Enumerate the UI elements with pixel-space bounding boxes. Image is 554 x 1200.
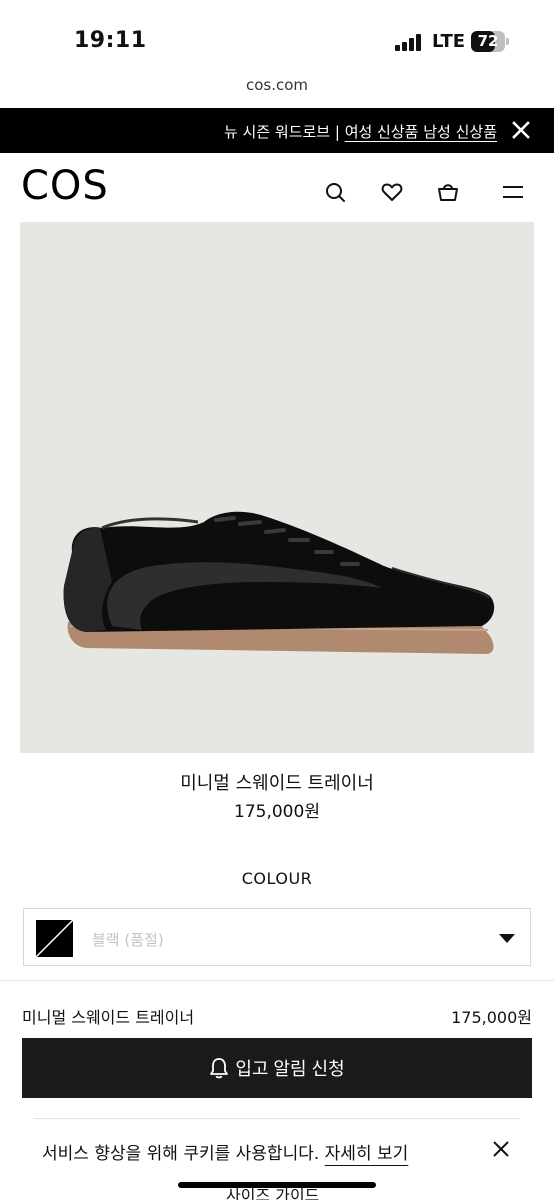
sticky-product-price: 175,000원 xyxy=(451,1008,532,1027)
menu-icon[interactable] xyxy=(502,181,524,203)
bell-icon xyxy=(210,1058,229,1079)
close-icon[interactable] xyxy=(512,121,530,139)
cos-logo[interactable]: COS xyxy=(21,166,109,206)
sticky-product-name: 미니멀 스웨이드 트레이너 xyxy=(22,1008,195,1027)
restock-notify-label: 입고 알림 신청 xyxy=(235,1059,345,1079)
battery-icon: 72 xyxy=(471,31,505,52)
status-bar: 19:11 LTE 72 xyxy=(0,0,554,70)
home-indicator xyxy=(178,1182,376,1188)
promo-banner: 뉴 시즌 워드로브 | 여성 신상품 남성 신상품 xyxy=(0,108,554,153)
colour-swatch-black xyxy=(36,920,73,957)
product-image[interactable] xyxy=(20,222,534,753)
network-type: LTE xyxy=(432,31,466,52)
cookie-notice: 서비스 향상을 위해 쿠키를 사용합니다. 자세히 보기 xyxy=(42,1139,408,1164)
promo-label: 뉴 시즌 워드로브 | xyxy=(223,123,345,141)
colour-label: COLOUR xyxy=(241,869,313,888)
status-time: 19:11 xyxy=(74,28,147,53)
product-price: 175,000원 xyxy=(234,802,320,822)
battery-nub xyxy=(506,38,509,45)
promo-new-arrivals-link[interactable]: 여성 신상품 남성 신상품 xyxy=(345,123,497,141)
search-icon[interactable] xyxy=(324,181,346,203)
sticky-divider xyxy=(0,980,554,981)
colour-select[interactable]: 블랙 (품절) xyxy=(23,908,531,966)
cookie-divider xyxy=(34,1118,520,1119)
battery-level: 72 xyxy=(477,32,499,50)
close-icon[interactable] xyxy=(492,1140,510,1158)
promo-text: 뉴 시즌 워드로브 | 여성 신상품 남성 신상품 xyxy=(224,121,497,142)
cookie-notice-text: 서비스 향상을 위해 쿠키를 사용합니다. xyxy=(42,1144,325,1164)
colour-selected-value: 블랙 (품절) xyxy=(92,931,164,949)
product-title: 미니멀 스웨이드 트레이너 xyxy=(180,773,374,794)
cookie-details-link[interactable]: 자세히 보기 xyxy=(325,1144,409,1164)
sneaker-illustration xyxy=(63,511,495,654)
chevron-down-icon xyxy=(499,934,515,943)
cellular-signal-icon xyxy=(395,33,423,51)
heart-icon[interactable] xyxy=(381,181,403,203)
url-bar[interactable]: cos.com xyxy=(0,76,554,94)
bag-icon[interactable] xyxy=(437,181,459,203)
restock-notify-button[interactable]: 입고 알림 신청 xyxy=(22,1038,532,1098)
